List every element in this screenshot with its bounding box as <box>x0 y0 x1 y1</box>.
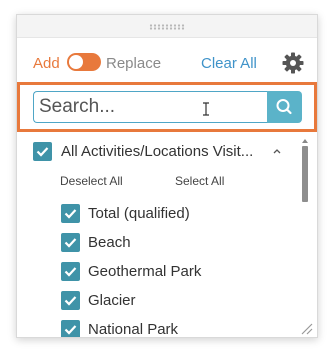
scrollbar[interactable] <box>301 137 309 337</box>
item-label: Beach <box>88 234 131 251</box>
check-icon <box>36 147 49 157</box>
item-label: Total (qualified) <box>88 205 190 222</box>
add-replace-toggle[interactable] <box>67 53 101 71</box>
item-label: National Park <box>88 321 179 338</box>
check-icon <box>64 325 77 335</box>
clear-all-link[interactable]: Clear All <box>201 55 257 72</box>
add-mode-label[interactable]: Add <box>33 55 60 72</box>
search-icon <box>276 99 292 115</box>
check-icon <box>64 267 77 277</box>
scroll-up-arrow-icon[interactable] <box>302 139 308 143</box>
gear-icon[interactable] <box>281 51 305 75</box>
select-all-checkbox[interactable] <box>33 142 52 161</box>
deselect-all-button[interactable]: Deselect All <box>60 174 123 188</box>
resize-grip-icon[interactable] <box>297 319 313 335</box>
grip-dots-icon <box>149 24 185 30</box>
item-checkbox[interactable] <box>61 262 80 281</box>
check-icon <box>64 209 77 219</box>
check-icon <box>64 238 77 248</box>
item-label: Geothermal Park <box>88 263 202 280</box>
chevron-up-icon[interactable] <box>273 148 281 154</box>
item-checkbox[interactable] <box>61 233 80 252</box>
text-cursor-icon <box>203 102 209 116</box>
search-button[interactable] <box>267 91 302 123</box>
toggle-knob <box>69 55 83 69</box>
search-field[interactable] <box>33 91 267 123</box>
item-checkbox[interactable] <box>61 204 80 223</box>
search-input[interactable] <box>34 92 267 122</box>
select-all-button[interactable]: Select All <box>175 174 224 188</box>
parent-filter-label[interactable]: All Activities/Locations Visit... <box>61 143 253 160</box>
item-checkbox[interactable] <box>61 320 80 337</box>
filter-panel: Add Replace Clear All Search... All Acti… <box>16 14 318 338</box>
replace-mode-label[interactable]: Replace <box>106 55 161 72</box>
filter-toolbar: Add Replace Clear All <box>17 51 317 75</box>
item-checkbox[interactable] <box>61 291 80 310</box>
item-label: Glacier <box>88 292 136 309</box>
filter-list: All Activities/Locations Visit... Desele… <box>17 137 317 337</box>
scrollbar-thumb[interactable] <box>302 146 308 202</box>
drag-handle[interactable] <box>17 15 317 38</box>
check-icon <box>64 296 77 306</box>
